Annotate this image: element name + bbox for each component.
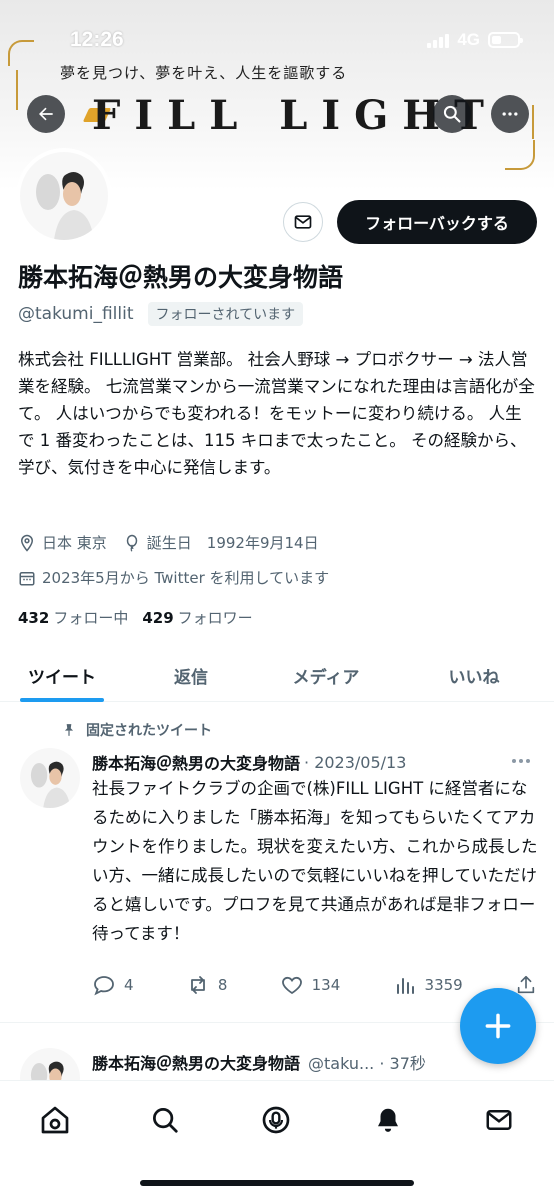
pinned-label-row: 固定されたツイート [62, 720, 212, 740]
reply-button[interactable]: 4 [92, 973, 134, 997]
tweet-date[interactable]: · 2023/05/13 [304, 753, 406, 772]
retweet-button[interactable]: 8 [186, 973, 228, 997]
handle-row: @takumi_fillit フォローされています [18, 302, 304, 326]
nav-messages[interactable] [482, 1103, 516, 1137]
share-icon [517, 975, 535, 994]
following-label: フォロー中 [53, 609, 129, 627]
more-horizontal-icon [502, 112, 518, 116]
nav-notifications[interactable] [371, 1103, 405, 1137]
tab-replies[interactable]: 返信 [124, 650, 258, 701]
location-text: 日本 東京 [42, 534, 107, 552]
calendar-icon [19, 571, 35, 585]
following-link[interactable]: 432 フォロー中 [18, 607, 128, 628]
back-button[interactable] [27, 95, 65, 133]
follow-stats: 432 フォロー中 429 フォロワー [18, 607, 253, 628]
back-arrow-icon [39, 107, 53, 121]
notifications-icon [378, 1108, 398, 1132]
tab-label: 返信 [174, 668, 208, 688]
profile-bio: 株式会社 FILLLIGHT 営業部。 社会人野球 → プロボクサー → 法人営… [18, 350, 535, 477]
profile-meta-row: 日本 東京 誕生日 1992年9月14日 [18, 532, 329, 553]
tweet-handle-time[interactable]: @taku... · 37秒 [308, 1050, 426, 1074]
signal-icon [427, 32, 450, 48]
user-handle: @takumi_fillit [18, 304, 134, 324]
spaces-icon [262, 1106, 290, 1134]
active-tab-indicator [20, 698, 104, 702]
network-type: 4G [457, 30, 480, 49]
pin-icon [64, 724, 74, 736]
retweet-icon [190, 976, 205, 994]
followers-label: フォロワー [177, 609, 253, 627]
tab-label: いいね [448, 668, 500, 688]
search-icon [443, 105, 461, 123]
joined-row: 2023年5月から Twitter を利用しています [18, 567, 329, 588]
messages-icon [486, 1110, 512, 1130]
views-button[interactable]: 3359 [393, 973, 463, 997]
like-button[interactable]: 134 [280, 973, 341, 997]
followers-count: 429 [142, 609, 174, 627]
views-count: 3359 [424, 976, 463, 994]
battery-icon [488, 32, 523, 48]
home-icon [41, 1106, 69, 1134]
share-button[interactable] [515, 974, 537, 996]
tweet-header: 勝本拓海＠熱男の大変身物語 @taku... · 37秒 [92, 1050, 426, 1074]
search-icon [153, 1108, 178, 1133]
status-time: 12:26 [70, 28, 124, 51]
home-indicator [140, 1180, 414, 1186]
reply-icon [94, 976, 114, 996]
tweet-avatar[interactable] [20, 748, 80, 808]
birthday: 誕生日 1992年9月14日 [123, 532, 319, 553]
tweet-header: 勝本拓海＠熱男の大変身物語 · 2023/05/13 [92, 750, 406, 774]
tab-label: ツイート [28, 668, 96, 688]
status-indicators: 4G [427, 30, 523, 50]
status-bar: 12:26 4G [0, 0, 554, 51]
followers-link[interactable]: 429 フォロワー [142, 607, 252, 628]
like-count: 134 [311, 976, 341, 994]
tweet-actions: 4 8 134 3359 [92, 973, 537, 997]
message-button[interactable] [283, 202, 323, 242]
tab-label: メディア [292, 668, 360, 688]
joined-text: 2023年5月から Twitter を利用しています [42, 569, 330, 587]
tweet-author[interactable]: 勝本拓海＠熱男の大変身物語 [92, 750, 300, 774]
plus-icon [485, 1013, 511, 1039]
follows-you-badge: フォローされています [147, 302, 304, 326]
birthday-text: 誕生日 1992年9月14日 [146, 534, 319, 552]
profile-avatar[interactable] [16, 148, 112, 244]
more-options-button[interactable] [491, 95, 529, 133]
follow-back-button[interactable]: フォローバックする [337, 200, 537, 244]
location: 日本 東京 [18, 532, 107, 553]
pinned-label: 固定されたツイート [86, 723, 212, 739]
nav-spaces[interactable] [259, 1103, 293, 1137]
tab-tweets[interactable]: ツイート [0, 650, 124, 702]
reply-count: 4 [124, 976, 134, 994]
following-count: 432 [18, 609, 50, 627]
profile-tabs: ツイート 返信 メディア いいね [0, 650, 554, 702]
search-button[interactable] [433, 95, 471, 133]
balloon-icon [126, 534, 138, 552]
tab-likes[interactable]: いいね [394, 650, 554, 701]
location-pin-icon [20, 534, 34, 552]
tweet-text[interactable]: 社長ファイトクラブの企画で(株)FILL LIGHT に経営者になるために入りま… [92, 774, 542, 948]
display-name: 勝本拓海＠熱男の大変身物語 [18, 263, 344, 292]
ornament-decoration [16, 70, 30, 110]
nav-search[interactable] [148, 1103, 182, 1137]
compose-tweet-button[interactable] [460, 988, 536, 1064]
nav-home[interactable] [38, 1103, 72, 1137]
ornament-decoration [505, 140, 535, 170]
retweet-count: 8 [217, 976, 228, 994]
mail-icon [294, 215, 312, 229]
tweet-author[interactable]: 勝本拓海＠熱男の大変身物語 [92, 1050, 300, 1074]
banner-tagline: 夢を見つけ、夢を叶え、人生を謳歌する [60, 64, 348, 82]
tweet-more-icon[interactable] [512, 759, 530, 763]
views-icon [396, 978, 414, 994]
heart-icon [281, 976, 302, 995]
tab-media[interactable]: メディア [258, 650, 394, 701]
